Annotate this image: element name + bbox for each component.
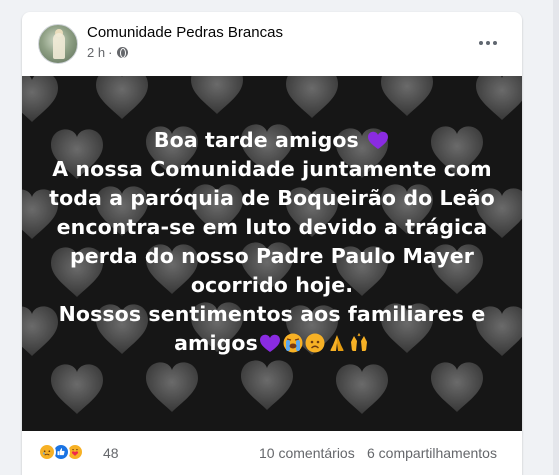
globe-icon — [117, 47, 129, 58]
scrollbar[interactable] — [553, 0, 559, 475]
dot-icon — [493, 41, 497, 45]
post-text-line: Boa tarde amigos — [22, 126, 522, 155]
dot-icon — [479, 41, 483, 45]
post-text-line: toda a paróquia de Boqueirão do Leão — [49, 186, 495, 210]
post-footer: 48 10 comentários 6 compartilhamentos — [22, 431, 522, 475]
reaction-count[interactable]: 48 — [103, 445, 119, 461]
page-avatar[interactable] — [38, 24, 78, 64]
dot-icon — [486, 41, 490, 45]
post-text-line: perda do nosso Padre Paulo Mayer — [70, 244, 474, 268]
post-time[interactable]: 2 h — [87, 45, 105, 60]
post-text-line: ocorrido hoje. — [190, 273, 354, 297]
raising-hands-icon — [350, 333, 367, 351]
comments-count-link[interactable]: 10 comentários — [259, 445, 355, 461]
post-header: Comunidade Pedras Brancas 2 h · — [22, 12, 522, 74]
post-meta: 2 h · — [87, 45, 129, 60]
shares-count-link[interactable]: 6 compartilhamentos — [367, 445, 497, 461]
post-card: Comunidade Pedras Brancas 2 h · Boa tard… — [22, 12, 522, 475]
post-text-line: encontra-se em luto devido a trágica — [56, 215, 488, 239]
post-text: Boa tarde amigos A nossa Comunidade junt… — [22, 126, 522, 358]
page-name-link[interactable]: Comunidade Pedras Brancas — [87, 24, 283, 41]
purple-heart-icon — [368, 131, 389, 149]
post-text-line: A nossa Comunidade juntamente com — [52, 157, 492, 181]
purple-heart-icon — [259, 334, 280, 352]
reaction-icons[interactable] — [38, 443, 84, 461]
loudly-crying-face-icon — [283, 333, 303, 353]
post-image[interactable]: Boa tarde amigos A nossa Comunidade junt… — [22, 76, 522, 431]
page-background-right — [522, 0, 559, 475]
meta-separator: · — [108, 45, 113, 60]
folded-hands-icon — [329, 335, 344, 351]
more-options-button[interactable] — [472, 29, 504, 57]
sad-reaction-icon — [38, 443, 56, 461]
post-text-line: amigos — [22, 329, 522, 358]
sad-face-icon — [305, 333, 325, 353]
post-text-line: Nossos sentimentos aos familiares e — [58, 302, 486, 326]
